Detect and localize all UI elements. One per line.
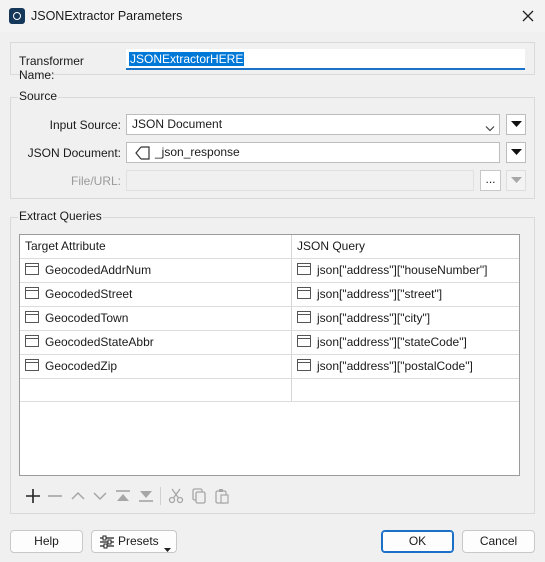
help-button[interactable]: Help	[10, 530, 83, 553]
query-icon	[297, 311, 311, 323]
table-cell-attribute[interactable]: GeocodedStreet	[45, 283, 132, 306]
presets-label: Presets	[118, 534, 159, 548]
file-url-menu-button	[506, 170, 526, 191]
table-cell-attribute[interactable]: GeocodedAddrNum	[45, 259, 151, 282]
query-icon	[297, 335, 311, 347]
transformer-name-value: JSONExtractorHERE	[129, 52, 245, 66]
file-url-input	[126, 170, 474, 191]
copy-icon	[189, 486, 209, 506]
cancel-button[interactable]: Cancel	[462, 530, 535, 553]
presets-button[interactable]: Presets	[91, 530, 177, 553]
input-source-value: JSON Document	[132, 117, 223, 131]
add-row-icon[interactable]	[23, 486, 43, 506]
attribute-icon	[25, 311, 39, 323]
input-source-label: Input Source:	[49, 118, 121, 132]
table-cell-query[interactable]: json["address"]["city"]	[317, 307, 430, 330]
table-cell-query[interactable]: json["address"]["street"]	[317, 283, 442, 306]
ok-button[interactable]: OK	[381, 530, 454, 553]
json-document-label: JSON Document:	[27, 146, 121, 160]
query-icon	[297, 263, 311, 275]
input-source-select[interactable]: JSON Document	[126, 114, 500, 135]
table-cell-query[interactable]: json["address"]["postalCode"]	[317, 355, 473, 378]
input-source-menu-button[interactable]	[506, 114, 526, 135]
transformer-name-label: Transformer Name:	[19, 54, 84, 82]
json-document-value: _json_response	[155, 145, 240, 159]
source-group-label: Source	[18, 89, 59, 103]
table-cell-attribute[interactable]: GeocodedStateAbbr	[45, 331, 154, 354]
move-bottom-icon	[136, 486, 156, 506]
transformer-name-input[interactable]: JSONExtractorHERE	[126, 49, 525, 70]
json-document-menu-button[interactable]	[506, 142, 526, 163]
remove-row-icon	[45, 486, 65, 506]
dropdown-triangle-icon	[164, 539, 171, 560]
attribute-value-icon	[134, 146, 150, 160]
dropdown-triangle-icon	[511, 177, 522, 183]
move-top-icon	[113, 486, 133, 506]
table-cell-attribute[interactable]: GeocodedZip	[45, 355, 117, 378]
toolbar-divider	[160, 487, 161, 505]
table-cell-query[interactable]: json["address"]["houseNumber"]	[317, 259, 487, 282]
sliders-icon	[99, 535, 115, 549]
app-icon	[9, 8, 25, 24]
column-header-target-attribute[interactable]: Target Attribute	[20, 235, 291, 258]
table-cell-query[interactable]: json["address"]["stateCode"]	[317, 331, 467, 354]
query-icon	[297, 359, 311, 371]
queries-table[interactable]: Target Attribute JSON Query GeocodedAddr…	[19, 234, 520, 476]
column-divider	[291, 235, 292, 401]
browse-button[interactable]: ...	[480, 170, 501, 191]
chevron-down-icon	[485, 120, 495, 132]
dropdown-triangle-icon	[511, 121, 522, 127]
table-cell-attribute[interactable]: GeocodedTown	[45, 307, 128, 330]
column-header-json-query[interactable]: JSON Query	[292, 235, 519, 258]
move-up-icon	[68, 486, 88, 506]
paste-icon	[212, 486, 232, 506]
dropdown-triangle-icon	[511, 149, 522, 155]
query-icon	[297, 287, 311, 299]
attribute-icon	[25, 359, 39, 371]
move-down-icon	[90, 486, 110, 506]
attribute-icon	[25, 287, 39, 299]
extract-queries-group-label: Extract Queries	[18, 209, 103, 223]
attribute-icon	[25, 335, 39, 347]
file-url-label: File/URL:	[70, 174, 121, 188]
json-document-input[interactable]: _json_response	[126, 142, 500, 163]
window-title: JSONExtractor Parameters	[31, 9, 183, 23]
cut-icon	[166, 486, 186, 506]
attribute-icon	[25, 263, 39, 275]
title-bar: JSONExtractor Parameters	[0, 0, 545, 32]
close-icon[interactable]	[517, 5, 539, 27]
